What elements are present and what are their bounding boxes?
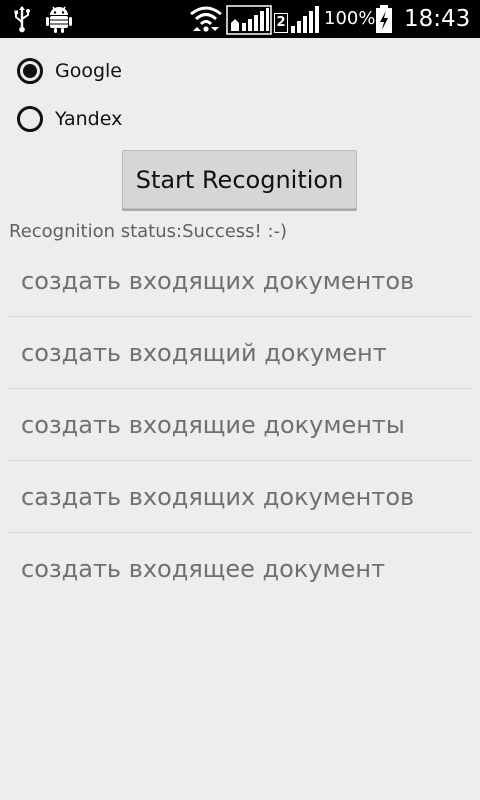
radio-google[interactable]: Google (17, 54, 122, 88)
results-list: создать входящих документов создать вход… (9, 245, 471, 605)
status-bar: 2 100% 18:43 (0, 0, 480, 38)
clock-time: 18:43 (404, 6, 471, 32)
recognition-status-text: Recognition status:Success! :-) (9, 221, 288, 242)
radio-yandex[interactable]: Yandex (17, 102, 122, 136)
radio-label-google: Google (55, 60, 123, 82)
sim-slot-badge: 2 (274, 0, 288, 38)
start-recognition-button[interactable]: Start Recognition (122, 150, 357, 209)
android-debug-icon (44, 0, 74, 38)
list-item[interactable]: создать входящее документ (9, 533, 471, 605)
wifi-icon (189, 0, 223, 38)
battery-percent: 100% (324, 8, 376, 29)
usb-icon (12, 0, 32, 38)
radio-button-unchecked[interactable] (17, 106, 43, 132)
radio-label-yandex: Yandex (55, 108, 123, 130)
sim-slot-number: 2 (274, 13, 288, 33)
list-item[interactable]: создать входящий документ (9, 317, 471, 389)
battery-charging-icon (375, 0, 393, 38)
list-item[interactable]: создать входящих документов (9, 245, 471, 317)
signal-icon (290, 0, 320, 38)
list-item[interactable]: саздать входящих документов (9, 461, 471, 533)
radio-button-checked[interactable] (17, 58, 43, 84)
signal-icon (226, 0, 272, 38)
radio-dot (23, 64, 37, 78)
list-item[interactable]: создать входящие документы (9, 389, 471, 461)
